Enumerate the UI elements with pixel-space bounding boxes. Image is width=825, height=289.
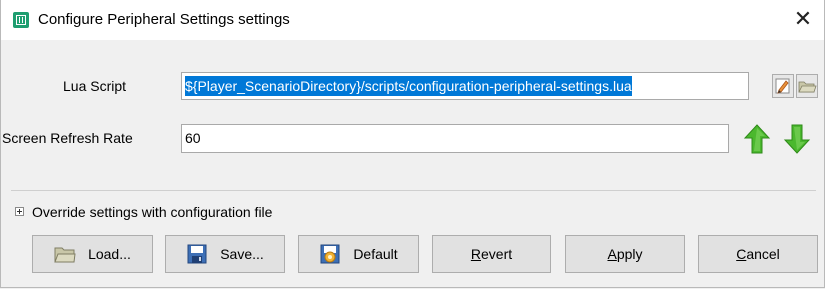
cancel-button[interactable]: Cancel	[698, 235, 818, 273]
edit-script-button[interactable]	[772, 74, 794, 98]
close-icon[interactable]: ✕	[790, 6, 816, 32]
screen-refresh-rate-label: Screen Refresh Rate	[2, 130, 133, 146]
green-up-arrow-icon	[743, 124, 771, 154]
browse-script-button[interactable]	[796, 74, 818, 98]
default-button[interactable]: Default	[298, 235, 419, 273]
apply-button[interactable]: Apply	[565, 235, 685, 273]
app-window-icon	[13, 12, 29, 28]
pencil-edit-icon	[775, 78, 790, 94]
folder-open-icon	[798, 81, 817, 93]
override-settings-label[interactable]: Override settings with configuration fil…	[32, 202, 272, 222]
default-settings-icon	[320, 244, 340, 264]
cancel-button-label: Cancel	[736, 246, 780, 262]
load-button[interactable]: Load...	[32, 235, 153, 273]
lua-script-input[interactable]: ${Player_ScenarioDirectory}/scripts/conf…	[181, 72, 749, 100]
floppy-disk-icon	[187, 244, 207, 264]
decrease-refresh-rate-button[interactable]	[783, 123, 811, 155]
apply-button-label: Apply	[607, 246, 643, 262]
increase-refresh-rate-button[interactable]	[743, 123, 771, 155]
lua-script-label: Lua Script	[63, 78, 127, 94]
lua-script-value: ${Player_ScenarioDirectory}/scripts/conf…	[185, 76, 632, 96]
screen-refresh-rate-input[interactable]: 60	[181, 124, 729, 153]
revert-button[interactable]: Revert	[432, 235, 551, 273]
save-button-label: Save...	[220, 246, 264, 262]
section-separator	[11, 190, 816, 191]
green-down-arrow-icon	[783, 124, 811, 154]
plus-expander-icon[interactable]	[15, 207, 24, 216]
default-button-label: Default	[353, 246, 398, 262]
title-bar[interactable]: Configure Peripheral Settings settings ✕	[1, 0, 824, 40]
save-button[interactable]: Save...	[165, 235, 285, 273]
screen-refresh-rate-value: 60	[185, 130, 201, 146]
configure-peripheral-settings-dialog: Configure Peripheral Settings settings ✕…	[0, 0, 825, 288]
folder-icon	[54, 247, 76, 263]
revert-button-label: Revert	[470, 246, 513, 262]
load-button-label: Load...	[88, 246, 131, 262]
window-title: Configure Peripheral Settings settings	[38, 11, 290, 28]
